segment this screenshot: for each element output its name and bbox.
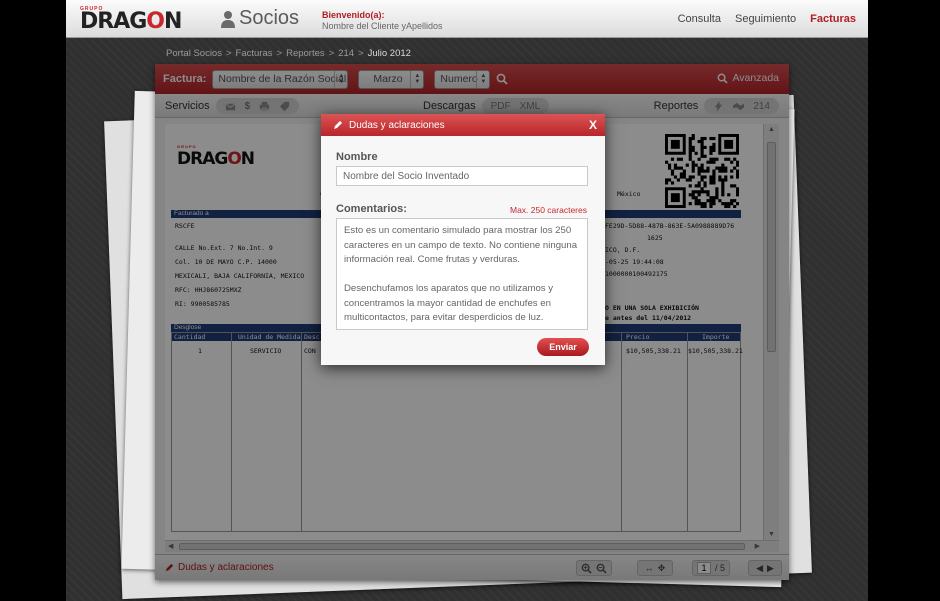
- nav-consulta[interactable]: Consulta: [678, 13, 721, 25]
- breadcrumb-separator: >: [276, 48, 283, 59]
- top-bar: GRUPO DRAGON Socios Bienvenido(a): Nombr…: [66, 0, 868, 38]
- breadcrumb-item[interactable]: Reportes: [286, 48, 325, 59]
- breadcrumb-item[interactable]: Facturas: [236, 48, 273, 59]
- dudas-modal: Dudas y aclaraciones X Nombre Comentario…: [321, 114, 605, 365]
- breadcrumb-current: Julio 2012: [367, 48, 411, 59]
- welcome-title: Bienvenido(a):: [322, 10, 385, 20]
- nombre-label: Nombre: [336, 151, 378, 163]
- welcome-block: Bienvenido(a): Nombre del Cliente yApell…: [322, 10, 443, 32]
- app-title: Socios: [220, 7, 299, 30]
- welcome-name: Nombre del Cliente yApellidos: [322, 21, 443, 31]
- app-title-text: Socios: [239, 7, 300, 29]
- comentarios-textarea[interactable]: Esto es un comentario simulado para most…: [336, 218, 588, 330]
- logo-part: N: [164, 9, 182, 34]
- nav-facturas[interactable]: Facturas: [810, 13, 856, 25]
- logo-o: O: [146, 9, 165, 34]
- max-chars-note: Max. 250 caracteres: [509, 205, 587, 215]
- logo-part: DRAG: [80, 9, 147, 34]
- logo-main-text: DRAGON: [80, 9, 182, 34]
- modal-title: Dudas y aclaraciones: [349, 119, 445, 131]
- breadcrumb-separator: >: [328, 48, 335, 59]
- nav-seguimiento[interactable]: Seguimiento: [735, 13, 796, 25]
- breadcrumb-separator: >: [358, 48, 364, 59]
- pencil-icon: [334, 121, 342, 129]
- dragon-logo[interactable]: GRUPO DRAGON: [80, 6, 182, 34]
- breadcrumb: Portal Socios > Facturas > Reportes > 21…: [166, 48, 411, 59]
- user-icon: [221, 10, 235, 28]
- comentarios-label: Comentarios:: [336, 203, 407, 215]
- nombre-input[interactable]: [336, 166, 588, 186]
- breadcrumb-item[interactable]: 214: [338, 48, 354, 59]
- top-nav: Consulta Seguimiento Facturas: [678, 13, 856, 25]
- breadcrumb-separator: >: [225, 48, 232, 59]
- breadcrumb-item[interactable]: Portal Socios: [166, 48, 222, 59]
- modal-header: Dudas y aclaraciones X: [321, 114, 605, 136]
- close-icon[interactable]: X: [589, 118, 597, 132]
- send-button[interactable]: Enviar: [537, 338, 589, 356]
